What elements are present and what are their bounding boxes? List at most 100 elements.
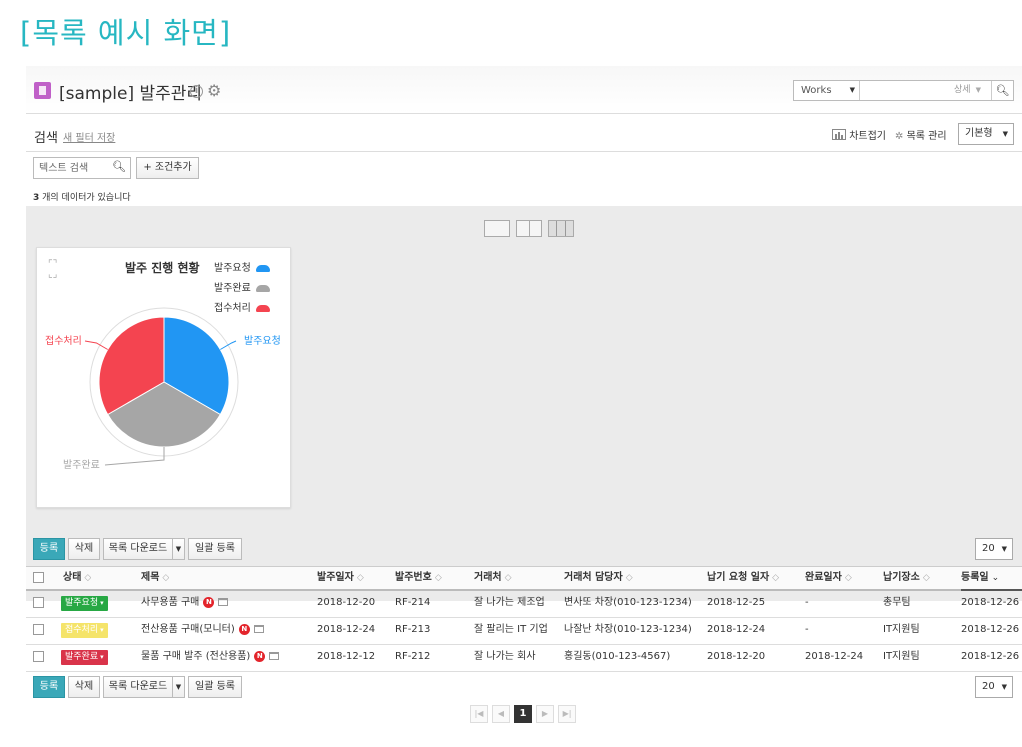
- search-icon[interactable]: 🔍︎: [112, 160, 126, 173]
- cell-place: 총무팀: [883, 597, 911, 608]
- column-header[interactable]: 납기장소 ◇: [883, 567, 930, 589]
- column-header[interactable]: 상태 ◇: [63, 567, 91, 589]
- legend-item[interactable]: 접수처리: [214, 299, 270, 319]
- column-header[interactable]: 거래처 ◇: [474, 567, 512, 589]
- table-row[interactable]: 발주요청 ▾ 사무용품 구매 N 2018-12-20 RF-214 잘 나가는 제조업 변사…: [26, 591, 1022, 618]
- legend-item[interactable]: 발주요청: [214, 259, 270, 279]
- delete-button[interactable]: 삭제: [68, 538, 100, 560]
- download-list-button[interactable]: 목록 다운로드: [103, 676, 173, 698]
- table-body: 발주요청 ▾ 사무용품 구매 N 2018-12-20 RF-214 잘 나가는 제조업 변사…: [26, 591, 1022, 672]
- download-list-button[interactable]: 목록 다운로드: [103, 538, 173, 560]
- dropdown-arrow-icon: ▾: [100, 626, 104, 634]
- status-cell: 발주요청 ▾: [61, 591, 108, 617]
- column-label: 발주번호: [395, 572, 432, 583]
- page-size-select[interactable]: 20 ▼: [975, 538, 1013, 560]
- download-options-icon[interactable]: ▼: [172, 538, 185, 560]
- open-window-icon[interactable]: [218, 598, 229, 606]
- table-row[interactable]: 접수처리 ▾ 전산용품 구매(모니터) N 2018-12-24 RF-213 잘 팔리는 …: [26, 618, 1022, 645]
- app-title: [sample] 발주관리: [59, 84, 203, 104]
- column-header[interactable]: 제목 ◇: [141, 567, 169, 589]
- row-checkbox[interactable]: [33, 597, 44, 608]
- sort-icon: ◇: [772, 573, 780, 583]
- chart-fold-label: 차트접기: [849, 131, 886, 142]
- text-search-input[interactable]: [34, 158, 109, 178]
- column-header[interactable]: 완료일자 ◇: [805, 567, 852, 589]
- search-icon[interactable]: 🔍︎: [991, 81, 1013, 100]
- works-select[interactable]: Works ▼: [794, 81, 860, 100]
- open-window-icon[interactable]: [253, 625, 264, 633]
- register-button[interactable]: 등록: [33, 538, 65, 560]
- row-title-link[interactable]: 사무용품 구매: [141, 597, 199, 608]
- page-number-current[interactable]: 1: [514, 705, 532, 723]
- cell-done-date: 2018-12-24: [805, 651, 864, 662]
- select-all-checkbox[interactable]: [33, 572, 44, 583]
- cell-place: IT지원팀: [883, 651, 920, 662]
- legend-swatch: [255, 264, 270, 272]
- legend-item[interactable]: 발주완료: [214, 279, 270, 299]
- info-icon[interactable]: i: [190, 85, 203, 98]
- sort-icon: ◇: [844, 573, 852, 583]
- app-window: [sample] 발주관리 i ⚙ Works ▼ 상세 ▼ 🔍︎ 검색 새 필터…: [26, 66, 1022, 747]
- list-manage-button[interactable]: ✲ 목록 관리: [895, 127, 947, 142]
- save-filter-link[interactable]: 새 필터 저장: [63, 129, 115, 144]
- status-label: 발주요청: [65, 598, 99, 608]
- app-header: [sample] 발주관리 i ⚙ Works ▼ 상세 ▼ 🔍︎: [26, 66, 1022, 114]
- detail-toggle[interactable]: 상세 ▼: [954, 81, 981, 100]
- dropdown-arrow-icon: ▾: [100, 653, 104, 661]
- column-header[interactable]: 발주일자 ◇: [317, 567, 364, 589]
- status-label: 발주완료: [65, 652, 99, 662]
- new-badge-icon: N: [254, 650, 266, 662]
- delete-button[interactable]: 삭제: [68, 676, 100, 698]
- row-title-link[interactable]: 전산용품 구매(모니터): [141, 624, 235, 635]
- page-size-select[interactable]: 20 ▼: [975, 676, 1013, 698]
- first-page-icon[interactable]: |◀: [470, 705, 488, 723]
- sort-icon: ◇: [356, 573, 364, 583]
- gear-icon[interactable]: ⚙: [207, 82, 221, 100]
- sort-desc-icon: ⌄: [991, 573, 1000, 583]
- chart-card: 발주요청 발주완료 접수처리 ⌜⌝ ⌞⌟ 발주 진행 현황 발주요청 발주완료 접수처…: [36, 247, 291, 508]
- view-type-value: 기본형: [965, 128, 993, 139]
- sort-icon: ◇: [162, 573, 170, 583]
- legend-swatch: [255, 304, 270, 312]
- chart-fold-button[interactable]: 차트접기: [832, 127, 886, 142]
- column-header[interactable]: 발주번호 ◇: [395, 567, 442, 589]
- bulk-register-button[interactable]: 일괄 등록: [188, 676, 242, 698]
- row-title-link[interactable]: 물품 구매 발주 (전산용품): [141, 651, 250, 662]
- column-header[interactable]: 납기 요청 일자 ◇: [707, 567, 779, 589]
- status-label: 접수처리: [65, 625, 99, 635]
- column-header-active[interactable]: 등록일 ⌄: [961, 567, 1022, 591]
- dropdown-arrow-icon: ▼: [975, 86, 981, 94]
- chart-title: 발주 진행 현황: [125, 261, 200, 275]
- expand-icon[interactable]: ⌜⌝ ⌞⌟: [48, 260, 57, 280]
- download-options-icon[interactable]: ▼: [172, 676, 185, 698]
- layout-3col-button[interactable]: [548, 220, 574, 237]
- add-condition-button[interactable]: + 조건추가: [136, 157, 199, 179]
- next-page-icon[interactable]: ▶: [536, 705, 554, 723]
- status-badge[interactable]: 접수처리 ▾: [61, 623, 108, 638]
- pie-slice-label: 발주완료: [63, 459, 100, 471]
- prev-page-icon[interactable]: ◀: [492, 705, 510, 723]
- cell-due-date: 2018-12-25: [707, 597, 766, 608]
- bulk-register-button[interactable]: 일괄 등록: [188, 538, 242, 560]
- status-badge[interactable]: 발주완료 ▾: [61, 650, 108, 665]
- row-checkbox[interactable]: [33, 651, 44, 662]
- status-cell: 접수처리 ▾: [61, 618, 108, 644]
- page-size-value: 20: [982, 543, 995, 554]
- table-row[interactable]: 발주완료 ▾ 물품 구매 발주 (전산용품) N 2018-12-12 RF-212 잘 나…: [26, 645, 1022, 672]
- last-page-icon[interactable]: ▶|: [558, 705, 576, 723]
- register-button[interactable]: 등록: [33, 676, 65, 698]
- open-window-icon[interactable]: [269, 652, 280, 660]
- status-badge[interactable]: 발주요청 ▾: [61, 596, 108, 611]
- dropdown-arrow-icon: ▾: [100, 599, 104, 607]
- column-label: 거래처: [474, 572, 502, 583]
- new-badge-icon: N: [238, 623, 250, 635]
- view-type-select[interactable]: 기본형 ▼: [958, 123, 1014, 145]
- list-manage-label: 목록 관리: [906, 131, 947, 142]
- row-checkbox[interactable]: [33, 624, 44, 635]
- cell-reg-date: 2018-12-26: [961, 624, 1020, 635]
- layout-1col-button[interactable]: [484, 220, 510, 237]
- column-label: 납기장소: [883, 572, 920, 583]
- layout-2col-button[interactable]: [516, 220, 542, 237]
- cell-order-date: 2018-12-24: [317, 624, 376, 635]
- column-header[interactable]: 거래처 담당자 ◇: [564, 567, 633, 589]
